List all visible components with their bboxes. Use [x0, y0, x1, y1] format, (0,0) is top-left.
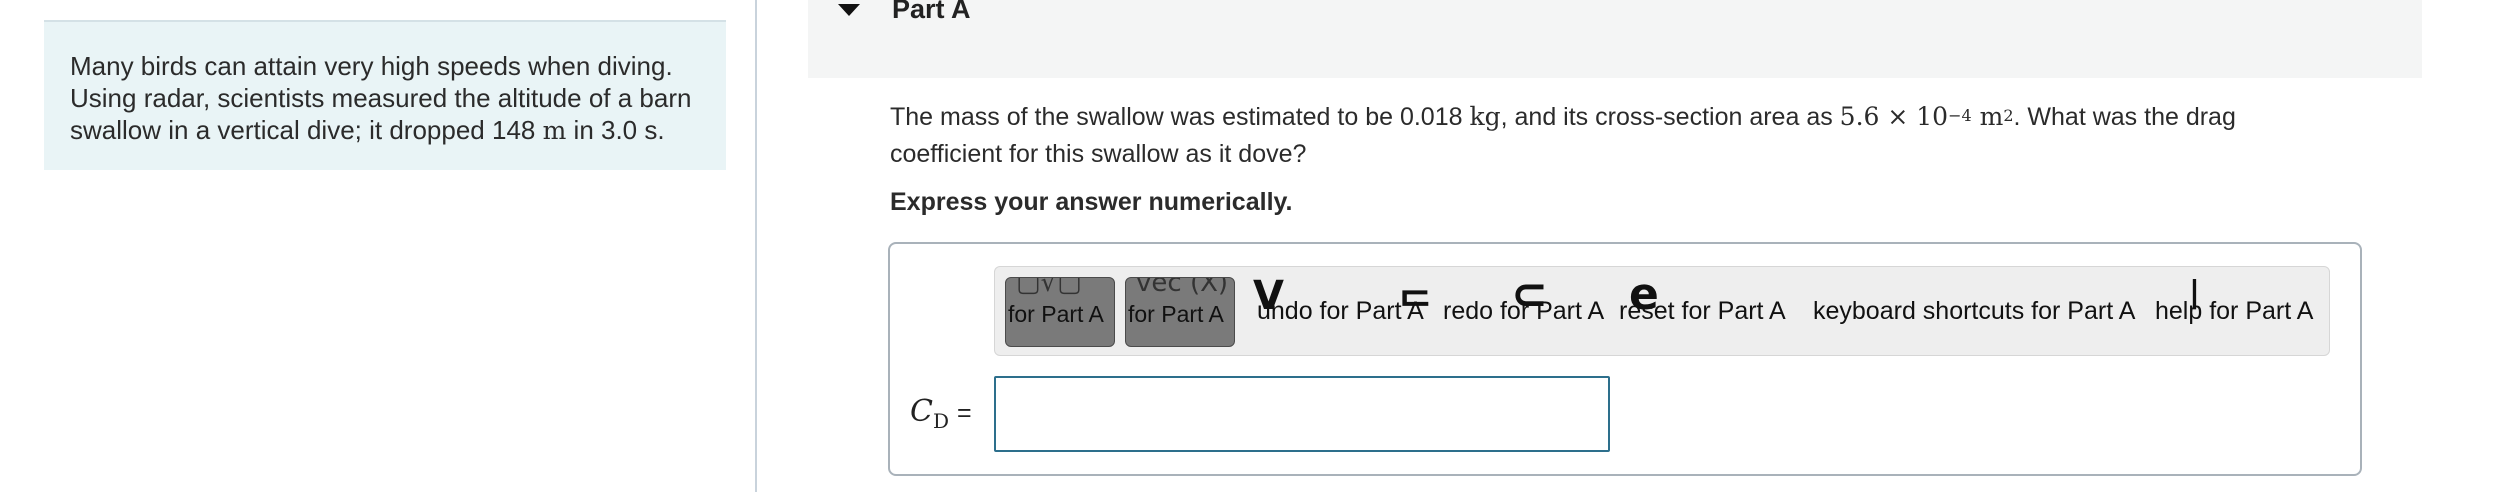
vector-icon: vec (X): [1136, 277, 1229, 298]
intro-line-2: Using radar, scientists measured the alt…: [70, 83, 692, 113]
problem-intro-box: Many birds can attain very high speeds w…: [44, 20, 726, 170]
question-text: The mass of the swallow was estimated to…: [890, 102, 2236, 168]
keyboard-icon[interactable]: e: [1629, 269, 1659, 320]
collapse-caret-icon[interactable]: [838, 4, 860, 16]
help-button[interactable]: help for Part A: [2155, 297, 2313, 326]
templates-button[interactable]: ▢√▢ for Part A: [1005, 277, 1115, 347]
redo-icon[interactable]: ᄃ: [1397, 275, 1434, 333]
panel-divider: [755, 0, 757, 492]
template-icon: ▢√▢: [1016, 277, 1082, 298]
answer-area: ▢√▢ for Part A vec (X) for Part A V undo…: [888, 242, 2362, 476]
part-header[interactable]: Part A: [808, 0, 2422, 78]
part-title[interactable]: Part A: [892, 0, 971, 25]
symbols-button[interactable]: vec (X) for Part A: [1125, 277, 1235, 347]
keyboard-shortcuts-button[interactable]: keyboard shortcuts for Part A: [1813, 297, 2135, 326]
answer-instruction: Express your answer numerically.: [890, 188, 1293, 216]
reset-icon[interactable]: ⊂: [1511, 269, 1548, 320]
answer-input[interactable]: [994, 376, 1610, 452]
problem-intro-panel: Many birds can attain very high speeds w…: [0, 0, 756, 492]
answer-variable-label: CD =: [910, 394, 972, 433]
intro-line-3: swallow in a vertical dive; it dropped 1…: [70, 115, 665, 145]
math-toolbar: ▢√▢ for Part A vec (X) for Part A V undo…: [994, 266, 2330, 356]
intro-line-1: Many birds can attain very high speeds w…: [70, 51, 673, 81]
